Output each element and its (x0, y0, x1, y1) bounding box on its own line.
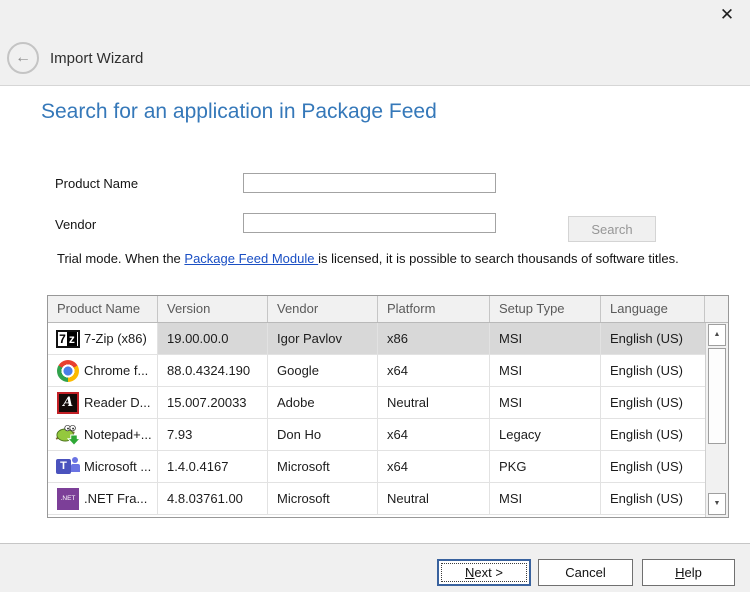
cell-version: 15.007.20033 (158, 387, 268, 418)
trial-note: Trial mode. When the Package Feed Module… (57, 251, 679, 266)
cancel-button[interactable]: Cancel (538, 559, 633, 586)
product-name-text: Microsoft ... (84, 451, 151, 482)
cell-setup: MSI (490, 323, 601, 354)
cell-language: English (US) (601, 419, 705, 450)
results-table: Product NameVersionVendorPlatformSetup T… (47, 295, 729, 518)
back-arrow-icon: ← (9, 44, 37, 72)
column-header-product-name[interactable]: Product Name (48, 296, 158, 322)
table-row[interactable]: Chrome f... 88.0.4324.190Googlex64MSIEngl… (48, 355, 705, 387)
wizard-header: ✕ ← Import Wizard (0, 0, 750, 86)
cell-setup: MSI (490, 483, 601, 514)
next-button[interactable]: Next > (437, 559, 531, 586)
column-header-vendor[interactable]: Vendor (268, 296, 378, 322)
back-button[interactable]: ← (7, 42, 39, 74)
cell-platform: x86 (378, 323, 490, 354)
column-header-spacer (705, 296, 728, 322)
cell-vendor: Adobe (268, 387, 378, 418)
vertical-scrollbar[interactable]: ▲ ▼ (705, 323, 728, 517)
table-row[interactable]: AReader D...15.007.20033AdobeNeutralMSIE… (48, 387, 705, 419)
cell-product: AReader D... (48, 387, 158, 418)
product-name-input[interactable] (243, 173, 496, 193)
table-row[interactable]: Notepad+...7.93Don Hox64LegacyEnglish (U… (48, 419, 705, 451)
cell-platform: x64 (378, 355, 490, 386)
cell-language: English (US) (601, 355, 705, 386)
cell-platform: Neutral (378, 483, 490, 514)
chrome-icon (52, 360, 84, 382)
scroll-down-icon[interactable]: ▼ (708, 493, 726, 515)
column-header-version[interactable]: Version (158, 296, 268, 322)
product-name-text: .NET Fra... (84, 483, 147, 514)
column-header-platform[interactable]: Platform (378, 296, 490, 322)
product-name-text: Notepad+... (84, 419, 152, 450)
product-name-label: Product Name (55, 176, 138, 191)
cell-language: English (US) (601, 483, 705, 514)
vendor-label: Vendor (55, 217, 96, 232)
cell-vendor: Microsoft (268, 451, 378, 482)
cell-vendor: Microsoft (268, 483, 378, 514)
help-button[interactable]: Help (642, 559, 735, 586)
page-title: Import Wizard (50, 50, 143, 67)
cell-version: 4.8.03761.00 (158, 483, 268, 514)
table-header-row: Product NameVersionVendorPlatformSetup T… (48, 296, 728, 323)
close-icon[interactable]: ✕ (712, 2, 742, 28)
cell-platform: Neutral (378, 387, 490, 418)
cell-version: 19.00.00.0 (158, 323, 268, 354)
cell-product: 7z7-Zip (x86) (48, 323, 158, 354)
table-row[interactable]: .NET.NET Fra...4.8.03761.00MicrosoftNeut… (48, 483, 705, 515)
scroll-thumb[interactable] (708, 348, 726, 444)
trial-text-prefix: Trial mode. When the (57, 251, 184, 266)
cell-setup: PKG (490, 451, 601, 482)
notepad-plus-plus-icon (52, 423, 84, 447)
cell-version: 88.0.4324.190 (158, 355, 268, 386)
adobe-reader-icon: A (52, 392, 84, 414)
scroll-up-icon[interactable]: ▲ (708, 324, 726, 346)
trial-text-suffix: is licensed, it is possible to search th… (318, 251, 679, 266)
cell-vendor: Don Ho (268, 419, 378, 450)
dotnet-icon: .NET (52, 488, 84, 510)
product-name-text: 7-Zip (x86) (84, 323, 147, 354)
vendor-input[interactable] (243, 213, 496, 233)
search-button[interactable]: Search (568, 216, 656, 242)
cell-vendor: Google (268, 355, 378, 386)
column-header-language[interactable]: Language (601, 296, 705, 322)
cell-product: Chrome f... (48, 355, 158, 386)
cell-product: .NET.NET Fra... (48, 483, 158, 514)
microsoft-teams-icon: T (52, 456, 84, 477)
cell-language: English (US) (601, 323, 705, 354)
cell-platform: x64 (378, 419, 490, 450)
cell-setup: MSI (490, 355, 601, 386)
cell-version: 7.93 (158, 419, 268, 450)
table-row[interactable]: 7z7-Zip (x86)19.00.00.0Igor Pavlovx86MSI… (48, 323, 705, 355)
cell-language: English (US) (601, 387, 705, 418)
cell-language: English (US) (601, 451, 705, 482)
7zip-icon: 7z (52, 330, 84, 348)
cell-vendor: Igor Pavlov (268, 323, 378, 354)
cell-version: 1.4.0.4167 (158, 451, 268, 482)
cell-product: Notepad+... (48, 419, 158, 450)
product-name-text: Reader D... (84, 387, 150, 418)
section-heading: Search for an application in Package Fee… (41, 100, 437, 124)
cell-platform: x64 (378, 451, 490, 482)
cell-product: TMicrosoft ... (48, 451, 158, 482)
table-body: 7z7-Zip (x86)19.00.00.0Igor Pavlovx86MSI… (48, 323, 705, 517)
cell-setup: Legacy (490, 419, 601, 450)
footer-bar: Next > Cancel Help (0, 543, 750, 592)
import-wizard-dialog: ✕ ← Import Wizard Search for an applicat… (0, 0, 750, 592)
cell-setup: MSI (490, 387, 601, 418)
table-row[interactable]: TMicrosoft ...1.4.0.4167Microsoftx64PKGE… (48, 451, 705, 483)
column-header-setup-type[interactable]: Setup Type (490, 296, 601, 322)
package-feed-module-link[interactable]: Package Feed Module (184, 251, 318, 266)
product-name-text: Chrome f... (84, 355, 148, 386)
